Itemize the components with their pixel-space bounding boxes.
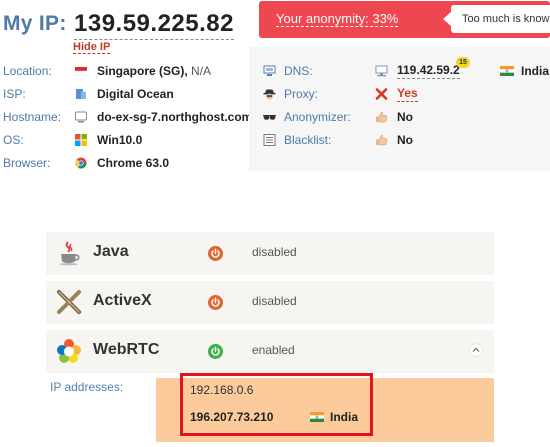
plugin-name: ActiveX [93, 292, 152, 309]
dns-network-icon [375, 65, 388, 77]
thumbs-up-icon [376, 134, 388, 146]
dns-label: DNS: [284, 64, 313, 78]
info-key: Location: [3, 64, 52, 78]
highlight-outline [180, 373, 373, 436]
singapore-flag-icon [75, 67, 87, 76]
spy-icon [263, 89, 276, 100]
plugin-name: Java [93, 243, 129, 260]
dns-count-badge: 15 [456, 57, 470, 68]
plugin-status: disabled [252, 294, 297, 308]
power-icon [208, 246, 223, 261]
sunglasses-icon [263, 115, 276, 120]
dns-server-icon [263, 65, 276, 76]
thumbs-up-icon [376, 111, 388, 123]
anonymity-tooltip: Too much is known [451, 5, 550, 33]
blacklist-label: Blacklist: [284, 133, 332, 147]
anonymity-text[interactable]: Your anonymity: 33% [276, 12, 399, 27]
isp-icon [76, 89, 86, 99]
info-key: Browser: [3, 156, 51, 170]
info-value: Digital Ocean [97, 87, 174, 101]
power-icon [208, 344, 223, 359]
dns-value[interactable]: 119.42.59.2 [397, 62, 460, 79]
info-key: Hostname: [3, 110, 62, 124]
plugin-name: WebRTC [93, 341, 160, 358]
ip-address-value[interactable]: 139.59.225.82 [74, 10, 234, 40]
info-value: Win10.0 [97, 133, 143, 147]
chrome-icon [75, 157, 87, 169]
info-value: Chrome 63.0 [97, 156, 170, 170]
anonymity-tooltip-arrow [443, 12, 451, 26]
plugin-status: enabled [252, 343, 295, 357]
activex-icon [57, 290, 81, 314]
details-panel: DNS: 119.42.59.2 15 India Proxy: Yes Ano… [249, 47, 550, 171]
list-icon [263, 134, 276, 146]
anonymizer-value: No [397, 110, 413, 124]
monitor-icon [75, 111, 87, 123]
info-value: Singapore (SG), N/A [97, 64, 212, 78]
plugin-row-java[interactable]: Java disabled [46, 232, 494, 275]
red-cross-icon [375, 88, 388, 100]
info-key: ISP: [3, 87, 26, 101]
plugin-status: disabled [252, 245, 297, 259]
blacklist-value: No [397, 133, 413, 147]
chevron-up-icon[interactable] [469, 343, 483, 357]
dns-country: India [521, 64, 550, 78]
hide-ip-link[interactable]: Hide IP [73, 41, 111, 54]
proxy-value[interactable]: Yes [397, 85, 418, 102]
anonymizer-label: Anonymizer: [284, 110, 351, 124]
info-key: OS: [3, 133, 24, 147]
proxy-label: Proxy: [284, 87, 319, 101]
my-ip-label: My IP: [3, 12, 67, 35]
india-flag-icon [500, 66, 514, 76]
java-icon [59, 241, 80, 266]
windows-icon [75, 134, 87, 146]
plugin-row-activex[interactable]: ActiveX disabled [46, 281, 494, 324]
info-value: do-ex-sg-7.northghost.com [97, 110, 253, 124]
plugin-row-webrtc[interactable]: WebRTC enabled [46, 330, 494, 373]
ip-addresses-label: IP addresses: [50, 380, 124, 394]
webrtc-icon [57, 339, 81, 363]
power-icon [208, 295, 223, 310]
